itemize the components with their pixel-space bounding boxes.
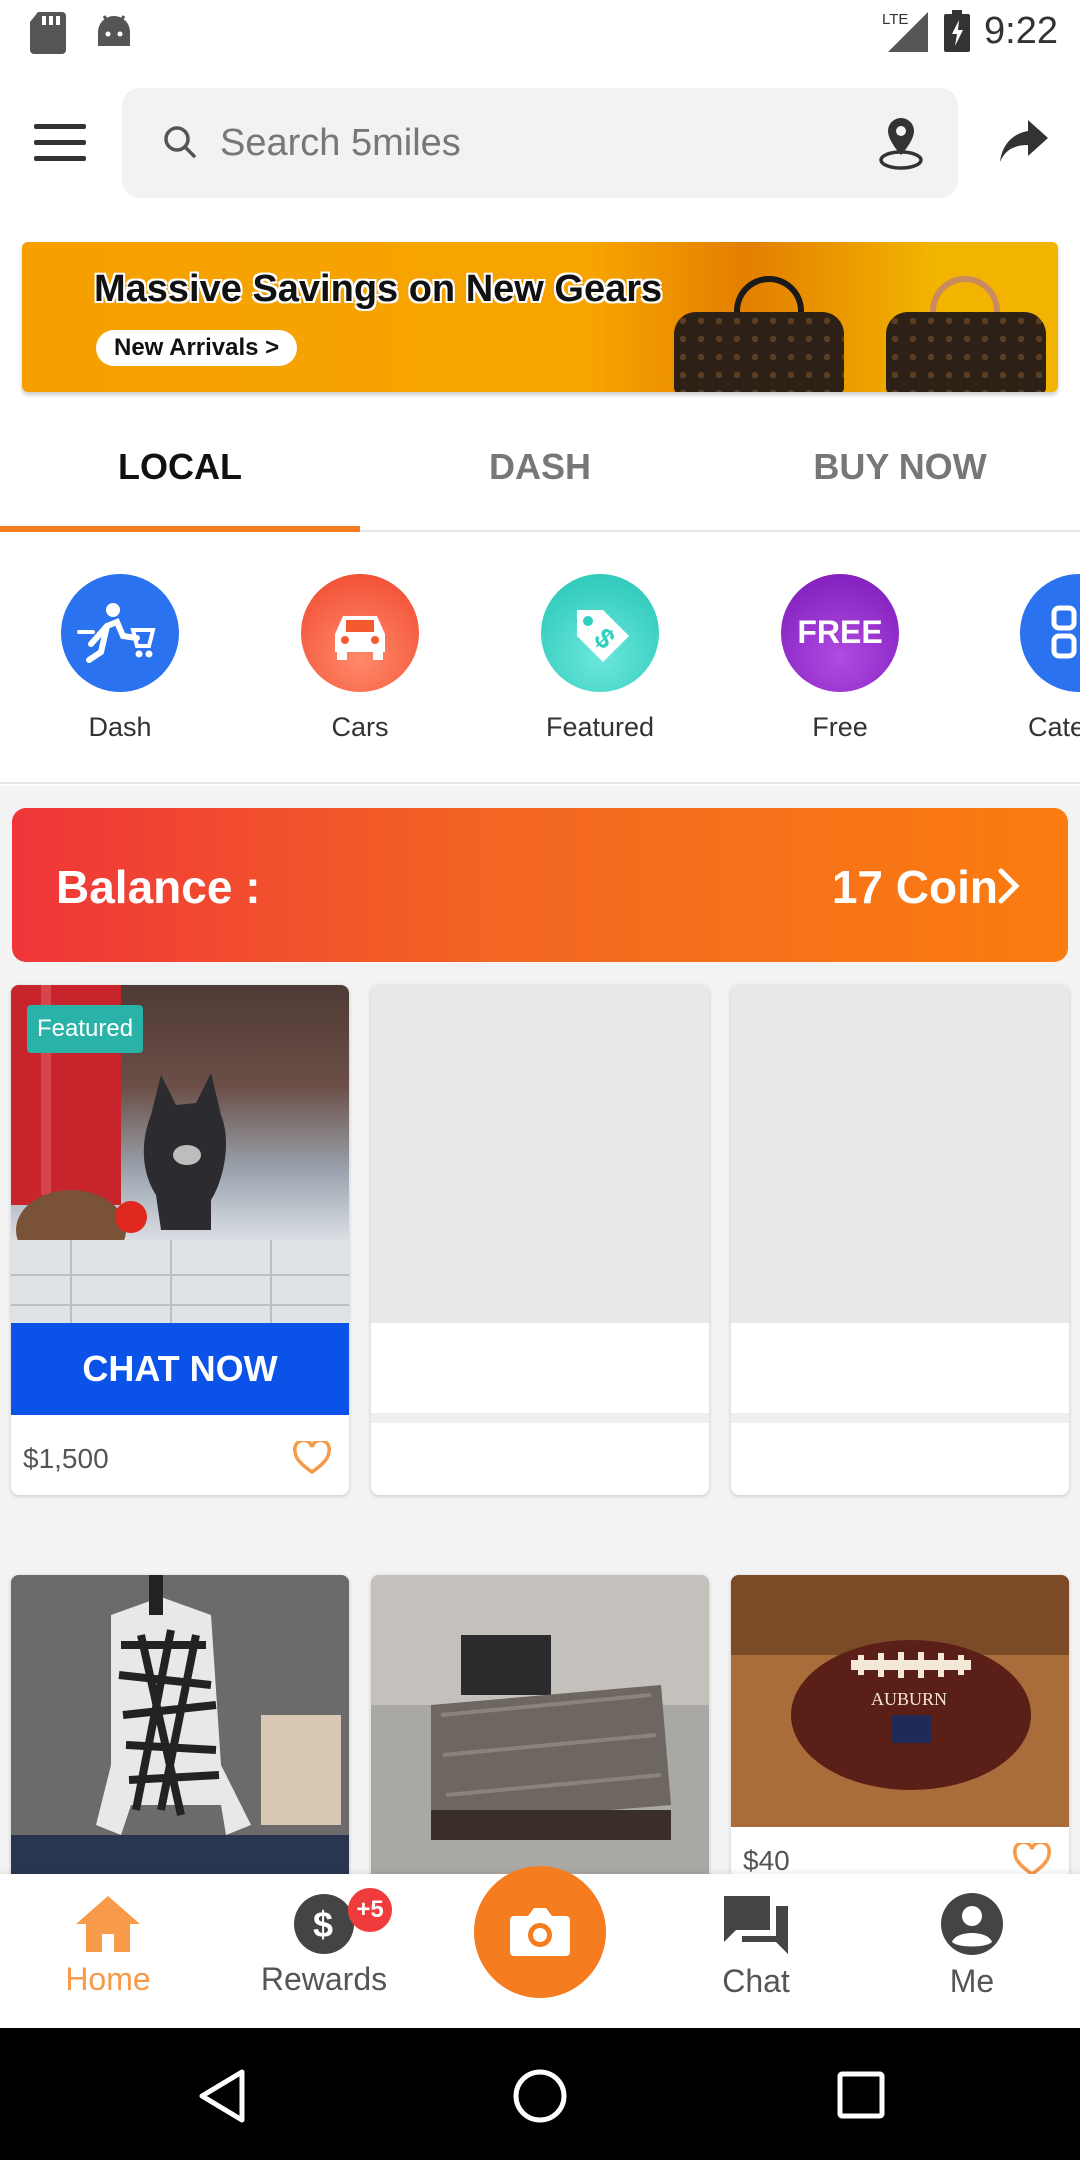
listing-photo <box>11 1575 349 1875</box>
nav-label: Home <box>65 1961 151 1997</box>
category-label: Free <box>812 712 868 742</box>
chat-icon <box>724 1896 788 1954</box>
placeholder-divider <box>731 1413 1069 1423</box>
android-icon <box>98 15 130 46</box>
tab-local[interactable]: LOCAL <box>0 446 360 488</box>
dash-runner-cart-icon <box>61 574 179 692</box>
nav-rewards[interactable]: $ Rewards <box>224 1892 424 1998</box>
category-dash[interactable]: Dash <box>20 574 220 743</box>
home-icon <box>76 1896 140 1952</box>
coin-balance-banner[interactable]: Balance : 17 Coin <box>12 808 1068 962</box>
price-tag-icon: $ <box>541 574 659 692</box>
banner-title: Massive Savings on New Gears <box>94 268 663 310</box>
sell-camera-button[interactable] <box>474 1866 606 1998</box>
back-icon[interactable] <box>196 2068 248 2124</box>
bottom-navigation: Home $ Rewards +5 Chat Me <box>0 1866 1080 2028</box>
chevron-right-icon <box>998 868 1020 904</box>
nav-label: Me <box>949 1963 995 1999</box>
battery-icon <box>944 10 971 52</box>
listing-card[interactable]: AUBURN $40 <box>731 1575 1069 1895</box>
nav-label: Rewards <box>260 1961 388 1997</box>
listing-card[interactable] <box>11 1575 349 1895</box>
search-icon <box>164 126 196 158</box>
free-icon-text: FREE <box>797 614 883 650</box>
heart-icon[interactable] <box>293 1441 331 1475</box>
nav-me[interactable]: Me <box>872 1892 1072 2000</box>
category-label: Cate <box>1028 712 1080 742</box>
top-bar: Search 5miles <box>0 88 1080 198</box>
search-bar[interactable]: Search 5miles <box>122 88 958 198</box>
recents-icon[interactable] <box>836 2070 886 2120</box>
football-print: AUBURN <box>871 1689 947 1709</box>
car-icon <box>301 574 419 692</box>
featured-badge: Featured <box>27 1005 144 1053</box>
placeholder-image <box>731 985 1069 1323</box>
tab-dash[interactable]: DASH <box>360 446 720 488</box>
categories-icon <box>1020 574 1080 692</box>
tab-buy-now[interactable]: BUY NOW <box>720 446 1080 488</box>
listing-price: $1,500 <box>23 1443 109 1474</box>
handbag-image-left <box>674 312 844 392</box>
location-icon[interactable] <box>876 114 926 172</box>
category-cars[interactable]: Cars <box>260 574 460 743</box>
balance-value: 17 Coin <box>831 861 998 913</box>
listing-card-placeholder[interactable] <box>731 985 1069 1495</box>
handbag-image-right <box>886 312 1046 392</box>
signal-icon: LTE <box>882 11 929 52</box>
nav-home[interactable]: Home <box>8 1892 208 1998</box>
sd-card-icon <box>30 12 66 54</box>
svg-text:$: $ <box>313 1904 333 1945</box>
heart-icon[interactable] <box>1013 1843 1051 1877</box>
listing-card-placeholder[interactable] <box>371 985 709 1495</box>
user-avatar-icon <box>941 1893 1003 1955</box>
placeholder-divider <box>371 1413 709 1423</box>
lte-label: LTE <box>882 11 908 28</box>
nav-label: Chat <box>722 1963 790 1999</box>
balance-label: Balance : <box>56 861 261 913</box>
category-featured[interactable]: $ Featured <box>500 574 700 743</box>
banner-cta[interactable]: New Arrivals > <box>96 330 298 366</box>
home-circle-icon[interactable] <box>512 2068 568 2124</box>
search-input[interactable]: Search 5miles <box>220 122 461 165</box>
category-label: Dash <box>88 712 152 742</box>
status-bar: LTE 9:22 <box>0 0 1080 66</box>
camera-icon <box>510 1908 570 1956</box>
promo-banner[interactable]: Massive Savings on New Gears New Arrival… <box>22 242 1058 392</box>
share-icon[interactable] <box>998 118 1050 164</box>
rewards-badge: +5 <box>348 1888 392 1932</box>
listing-price: $40 <box>743 1845 790 1876</box>
feed-tabs: LOCAL DASH BUY NOW <box>0 410 1080 532</box>
chat-now-button[interactable]: CHAT NOW <box>11 1323 349 1415</box>
listing-card-featured[interactable]: Featured CHAT NOW $1,500 <box>11 985 349 1495</box>
listing-photo <box>371 1575 709 1875</box>
listing-card[interactable] <box>371 1575 709 1895</box>
category-categories[interactable]: Cate <box>980 574 1080 743</box>
free-icon: FREE <box>781 574 899 692</box>
placeholder-image <box>371 985 709 1323</box>
category-strip: Dash Cars $ Featured FREE Free Cate <box>0 534 1080 784</box>
status-time: 9:22 <box>984 9 1058 52</box>
nav-chat[interactable]: Chat <box>656 1892 856 2000</box>
active-tab-indicator <box>0 526 360 532</box>
menu-icon[interactable] <box>34 124 86 164</box>
system-navigation-bar <box>0 2028 1080 2160</box>
category-free[interactable]: FREE Free <box>740 574 940 743</box>
listing-photo: AUBURN <box>731 1575 1069 1827</box>
category-label: Cars <box>331 712 389 742</box>
category-label: Featured <box>545 712 655 742</box>
